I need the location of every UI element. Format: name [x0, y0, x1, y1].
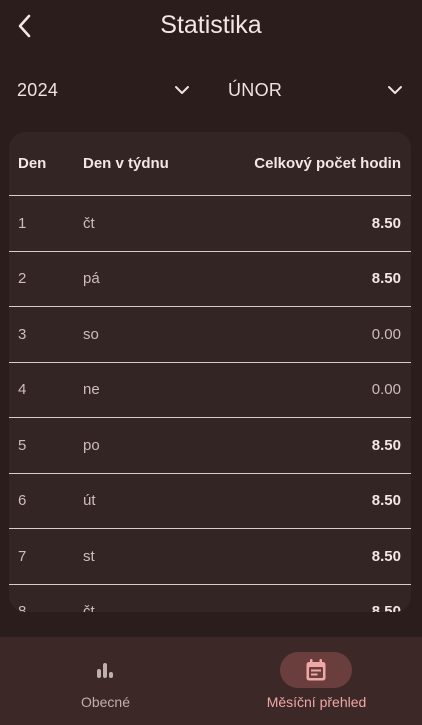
- cell-hours: 8.50: [371, 270, 401, 288]
- table-row: 5 po 8.50: [9, 418, 411, 474]
- stats-table-card[interactable]: Den Den v týdnu Celkový počet hodin 1 čt…: [9, 132, 411, 612]
- table-row: 7 st 8.50: [9, 529, 411, 585]
- column-header-weekday: Den v týdnu: [83, 155, 169, 172]
- nav-item-monthly-overview[interactable]: Měsíční přehled: [211, 637, 422, 725]
- bar-chart-icon: [97, 663, 113, 678]
- year-value: 2024: [17, 79, 59, 100]
- cell-hours: 0.00: [371, 325, 401, 343]
- table-row: 4 ne 0.00: [9, 363, 411, 418]
- cell-weekday: po: [83, 436, 100, 454]
- cell-weekday: ne: [83, 381, 100, 399]
- cell-weekday: so: [83, 325, 99, 343]
- table-header: Den Den v týdnu Celkový počet hodin: [9, 132, 411, 196]
- cell-hours: 8.50: [371, 436, 401, 454]
- column-header-day: Den: [18, 155, 47, 172]
- cell-hours: 8.50: [371, 547, 401, 565]
- cell-day: 7: [18, 547, 27, 565]
- cell-day: 5: [18, 436, 27, 454]
- page-title: Statistika: [160, 11, 262, 39]
- cell-hours: 8.50: [371, 214, 401, 232]
- filter-bar: 2024 ÚNOR: [0, 72, 422, 108]
- nav-item-monthly-overview-label: Měsíční přehled: [266, 694, 367, 710]
- nav-item-general-indicator: [69, 652, 141, 688]
- cell-weekday: pá: [83, 270, 100, 288]
- cell-weekday: út: [83, 492, 96, 510]
- cell-day: 6: [18, 492, 27, 510]
- table-row: 8 čt 8.50: [9, 585, 411, 612]
- cell-weekday: st: [83, 547, 95, 565]
- nav-item-monthly-overview-indicator: [280, 652, 352, 688]
- table-row: 1 čt 8.50: [9, 196, 411, 252]
- nav-item-general-label: Obecné: [80, 694, 131, 710]
- column-header-hours: Celkový počet hodin: [254, 155, 401, 172]
- chevron-down-icon: [388, 86, 402, 94]
- cell-weekday: čt: [83, 214, 95, 232]
- cell-day: 4: [18, 381, 27, 399]
- cell-weekday: čt: [83, 603, 95, 612]
- top-app-bar: Statistika: [0, 0, 422, 56]
- chevron-down-icon: [175, 86, 189, 94]
- year-select[interactable]: 2024: [17, 72, 190, 108]
- table-row: 3 so 0.00: [9, 307, 411, 363]
- nav-item-general[interactable]: Obecné: [0, 637, 211, 725]
- bottom-navigation: Obecné Měsíční přehled: [0, 637, 422, 725]
- month-value: ÚNOR: [228, 79, 283, 100]
- table-row: 6 út 8.50: [9, 474, 411, 529]
- cell-hours: 8.50: [371, 492, 401, 510]
- month-select[interactable]: ÚNOR: [228, 72, 403, 108]
- cell-day: 1: [18, 214, 27, 232]
- cell-day: 2: [18, 270, 27, 288]
- cell-hours: 0.00: [371, 381, 401, 399]
- calendar-icon: [306, 659, 326, 681]
- cell-day: 8: [18, 603, 27, 612]
- cell-hours: 8.50: [371, 603, 401, 612]
- table-row: 2 pá 8.50: [9, 252, 411, 307]
- cell-day: 3: [18, 325, 27, 343]
